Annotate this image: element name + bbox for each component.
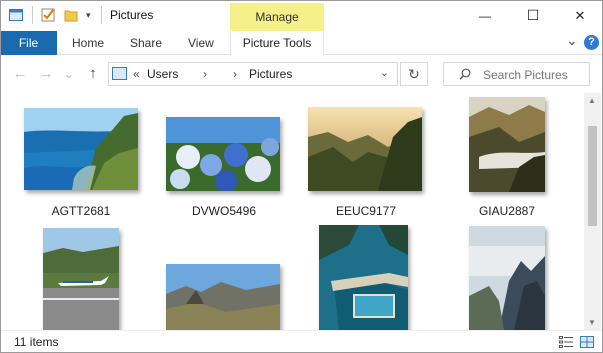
breadcrumb-chevron-icon[interactable]: › [233,67,237,81]
cliffs-photo-icon [469,226,545,330]
file-name[interactable]: GIAU2887 [447,204,567,218]
search-box[interactable]: Search Pictures [443,62,590,86]
address-bar[interactable]: « Users › › Pictures ⌄ [108,62,398,86]
pictures-location-icon [112,67,127,80]
refresh-button[interactable]: ↻ [400,62,428,86]
up-button[interactable]: ↑ [84,64,102,84]
manage-contextual-tab[interactable]: Manage [230,3,324,31]
title-bar: ▾ Pictures Manage — ☐ ✕ [0,0,603,31]
expand-ribbon-icon[interactable]: ⌄ [566,32,578,49]
airport-photo-icon [43,228,119,330]
item-count: 11 items [14,335,59,349]
tab-file[interactable]: File [0,31,57,55]
large-icons-view-icon[interactable] [580,336,594,348]
properties-icon[interactable] [41,8,55,22]
file-thumbnail-cliffs[interactable] [469,226,545,330]
file-thumbnail-agtt2681[interactable] [24,108,138,190]
file-thumbnail-dvwo5496[interactable] [166,117,280,191]
file-thumbnail-peak[interactable] [166,264,280,330]
title-separator [101,6,102,24]
details-view-icon[interactable] [559,336,573,348]
scrollbar-thumb[interactable] [588,126,597,226]
breadcrumb-pictures[interactable]: Pictures [249,67,292,81]
scroll-down-arrow-icon[interactable]: ▼ [588,318,596,327]
file-thumbnail-airport[interactable] [43,228,119,330]
tab-view[interactable]: View [188,31,214,55]
coast-photo-icon [24,108,138,190]
address-dropdown-icon[interactable]: ⌄ [380,66,389,79]
file-thumbnail-pool[interactable] [319,225,408,330]
file-name[interactable]: DVWO5496 [164,204,284,218]
new-folder-icon[interactable] [64,8,78,22]
ribbon-tab-bar: File Home Share View Picture Tools ⌄ [0,31,603,55]
tab-home[interactable]: Home [72,31,104,55]
forward-button[interactable]: → [37,64,55,84]
peak-photo-icon [166,264,280,330]
mountain-clouds-photo-icon [469,97,545,192]
window-title: Pictures [110,8,154,22]
file-name[interactable]: EEUC9177 [306,204,426,218]
file-thumbnail-eeuc9177[interactable] [308,107,422,191]
file-name[interactable]: AGTT2681 [21,204,141,218]
vertical-scrollbar[interactable]: ▲ ▼ [584,93,601,330]
back-button[interactable]: ← [11,64,29,84]
search-icon [459,68,471,80]
tab-picture-tools[interactable]: Picture Tools [230,31,324,55]
hydrangea-photo-icon [166,117,280,191]
path-overflow-icon[interactable]: « [133,67,140,81]
quick-access-separator [32,6,33,24]
breadcrumb-users[interactable]: Users [147,67,178,81]
close-button[interactable]: ✕ [557,0,603,31]
scroll-up-arrow-icon[interactable]: ▲ [588,96,596,105]
file-thumbnail-giau2887[interactable] [469,97,545,192]
breadcrumb-chevron-icon[interactable]: › [203,67,207,81]
pool-aerial-photo-icon [319,225,408,330]
valley-sunset-photo-icon [308,107,422,191]
search-input[interactable]: Search Pictures [483,68,568,82]
customize-quick-access-icon[interactable]: ▾ [86,8,100,22]
navigation-bar: ← → ⌄ ↑ « Users › › Pictures ⌄ ↻ Search … [0,55,603,93]
recent-locations-button[interactable]: ⌄ [60,64,78,84]
explorer-window-icon[interactable] [9,8,23,22]
help-icon[interactable]: ? [584,35,599,50]
tab-share[interactable]: Share [130,31,162,55]
minimize-button[interactable]: — [462,0,508,31]
file-view: AGTT2681 DVWO5496 EEUC9177 GIAU2887 [0,93,583,330]
status-bar: 11 items [0,330,603,353]
maximize-button[interactable]: ☐ [510,0,556,31]
